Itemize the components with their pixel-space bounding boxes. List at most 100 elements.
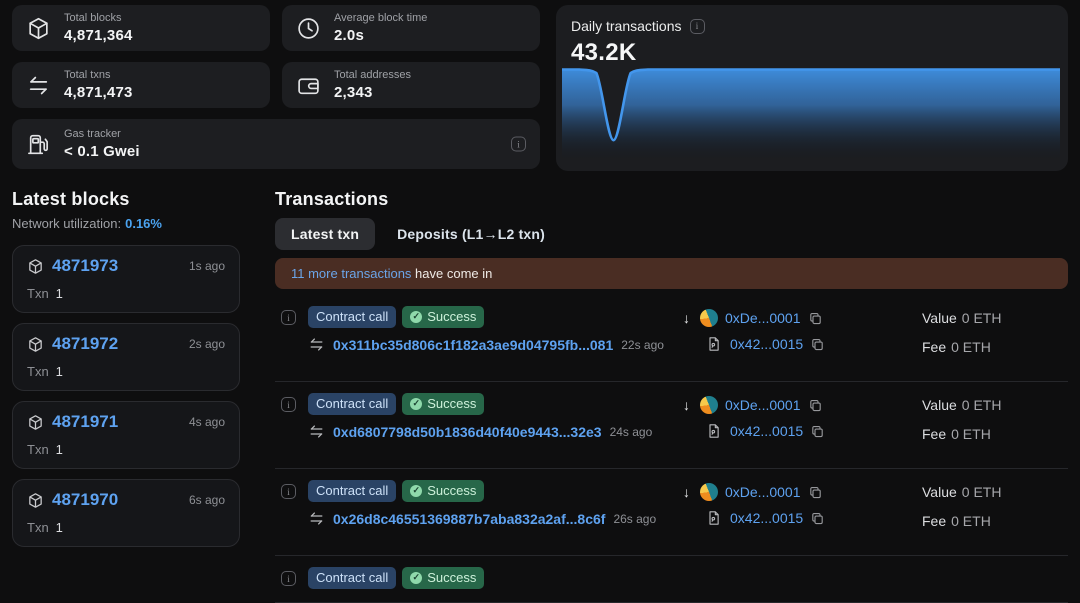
- from-address-link[interactable]: 0xDe...0001: [725, 397, 801, 413]
- new-transactions-link[interactable]: 11 more transactions: [291, 266, 411, 281]
- wallet-icon: [296, 73, 321, 98]
- transaction-row: i Contract call ✓Success 0x26d8c46551369…: [275, 469, 1068, 556]
- contract-icon: [705, 336, 723, 352]
- block-card: 4871971 4s ago Txn1: [12, 401, 240, 469]
- transfer-icon: [308, 510, 325, 527]
- cube-icon: [26, 16, 51, 41]
- to-address-link[interactable]: 0x42...0015: [730, 336, 803, 352]
- stat-text: Gas tracker < 0.1 Gwei: [64, 128, 140, 160]
- tx-status-text: Success: [427, 570, 476, 585]
- info-icon[interactable]: i: [511, 137, 526, 152]
- address-avatar: [700, 396, 718, 414]
- info-icon[interactable]: i: [281, 484, 296, 499]
- block-time: 6s ago: [189, 493, 225, 507]
- info-icon[interactable]: i: [281, 310, 296, 325]
- block-number-link[interactable]: 4871970: [52, 490, 118, 510]
- transaction-row: i Contract call ✓Success 0x311bc35d806c1…: [275, 295, 1068, 382]
- copy-icon[interactable]: [808, 398, 823, 413]
- address-avatar: [700, 483, 718, 501]
- chart-header: Daily transactions i: [571, 18, 1060, 34]
- stats-section: Total blocks 4,871,364 Average block tim…: [0, 0, 1080, 171]
- stat-value: 4,871,473: [64, 84, 133, 101]
- info-icon[interactable]: i: [281, 397, 296, 412]
- info-icon[interactable]: i: [281, 571, 296, 586]
- stat-card-average-block-time[interactable]: Average block time 2.0s: [282, 5, 540, 51]
- block-number-link[interactable]: 4871972: [52, 334, 118, 354]
- to-address-link[interactable]: 0x42...0015: [730, 510, 803, 526]
- copy-icon[interactable]: [808, 485, 823, 500]
- copy-icon[interactable]: [810, 424, 825, 439]
- clock-icon: [296, 16, 321, 41]
- tx-value-fee: Value0 ETH Fee0 ETH: [920, 306, 1068, 368]
- stat-value: 2,343: [334, 84, 411, 101]
- tx-time: 24s ago: [610, 425, 653, 439]
- block-txn-count: Txn1: [27, 442, 225, 457]
- stats-grid: Total blocks 4,871,364 Average block tim…: [12, 5, 540, 171]
- txn-label: Txn: [27, 520, 49, 535]
- tx-main: Contract call ✓Success 0x311bc35d806c1f1…: [308, 306, 680, 353]
- stat-label: Total blocks: [64, 12, 133, 24]
- stat-card-total-blocks[interactable]: Total blocks 4,871,364: [12, 5, 270, 51]
- block-number-link[interactable]: 4871973: [52, 256, 118, 276]
- tx-status-badge: ✓Success: [402, 393, 484, 415]
- txn-count: 1: [56, 442, 63, 457]
- copy-icon[interactable]: [810, 511, 825, 526]
- stat-text: Total txns 4,871,473: [64, 69, 133, 101]
- tx-type-badge: Contract call: [308, 567, 396, 589]
- transfer-icon: [308, 423, 325, 440]
- transaction-row: i Contract call ✓Success: [275, 556, 1068, 603]
- block-time: 2s ago: [189, 337, 225, 351]
- gas-pump-icon: [26, 132, 51, 157]
- cube-icon: [27, 492, 44, 509]
- value-label: Value: [922, 310, 957, 326]
- tx-type-badge: Contract call: [308, 306, 396, 328]
- chart-title: Daily transactions: [571, 18, 682, 34]
- stat-value: 2.0s: [334, 27, 427, 44]
- copy-icon[interactable]: [810, 337, 825, 352]
- block-card: 4871973 1s ago Txn1: [12, 245, 240, 313]
- alert-suffix: have come in: [411, 266, 492, 281]
- block-number-link[interactable]: 4871971: [52, 412, 118, 432]
- latest-blocks-title: Latest blocks: [12, 189, 240, 210]
- info-icon[interactable]: i: [690, 19, 705, 34]
- tx-status-text: Success: [427, 309, 476, 324]
- tx-hash-link[interactable]: 0x26d8c46551369887b7aba832a2af...8c6f: [333, 511, 605, 527]
- tx-hash-link[interactable]: 0x311bc35d806c1f182a3ae9d04795fb...081: [333, 337, 613, 353]
- network-utilization-value: 0.16%: [125, 216, 162, 231]
- cube-icon: [27, 258, 44, 275]
- tx-status-text: Success: [427, 396, 476, 411]
- fee-label: Fee: [922, 339, 946, 355]
- stat-label: Gas tracker: [64, 128, 140, 140]
- stat-card-gas-tracker[interactable]: Gas tracker < 0.1 Gwei i: [12, 119, 540, 169]
- transactions-title: Transactions: [275, 189, 1068, 210]
- value-label: Value: [922, 397, 957, 413]
- from-address-link[interactable]: 0xDe...0001: [725, 484, 801, 500]
- txn-count: 1: [56, 364, 63, 379]
- block-txn-count: Txn1: [27, 364, 225, 379]
- network-utilization-label: Network utilization:: [12, 216, 121, 231]
- block-time: 4s ago: [189, 415, 225, 429]
- tx-value-fee: Value0 ETH Fee0 ETH: [920, 480, 1068, 542]
- to-address-link[interactable]: 0x42...0015: [730, 423, 803, 439]
- tx-hash-link[interactable]: 0xd6807798d50b1836d40f40e9443...32e3: [333, 424, 602, 440]
- arrow-down-icon: ↓: [680, 397, 693, 413]
- tx-time: 26s ago: [613, 512, 656, 526]
- tab-latest-txn[interactable]: Latest txn: [275, 218, 375, 250]
- value-amount: 0 ETH: [962, 484, 1002, 500]
- transaction-row: i Contract call ✓Success 0xd6807798d50b1…: [275, 382, 1068, 469]
- contract-icon: [705, 423, 723, 439]
- from-address-link[interactable]: 0xDe...0001: [725, 310, 801, 326]
- stat-card-total-txns[interactable]: Total txns 4,871,473: [12, 62, 270, 108]
- stat-card-total-addresses[interactable]: Total addresses 2,343: [282, 62, 540, 108]
- stat-text: Total blocks 4,871,364: [64, 12, 133, 44]
- tab-deposits-l1-l2[interactable]: Deposits (L1→L2 txn): [381, 218, 561, 250]
- arrow-down-icon: ↓: [680, 484, 693, 500]
- tx-addresses: ↓ 0xDe...0001 0x42...0015: [680, 480, 920, 526]
- copy-icon[interactable]: [808, 311, 823, 326]
- contract-icon: [705, 510, 723, 526]
- tx-main: Contract call ✓Success 0x26d8c4655136988…: [308, 480, 680, 527]
- stat-label: Average block time: [334, 12, 427, 24]
- daily-transactions-card[interactable]: Daily transactions i 43.2K: [556, 5, 1068, 171]
- transfer-icon: [308, 336, 325, 353]
- chart-area-fill: [562, 70, 1060, 164]
